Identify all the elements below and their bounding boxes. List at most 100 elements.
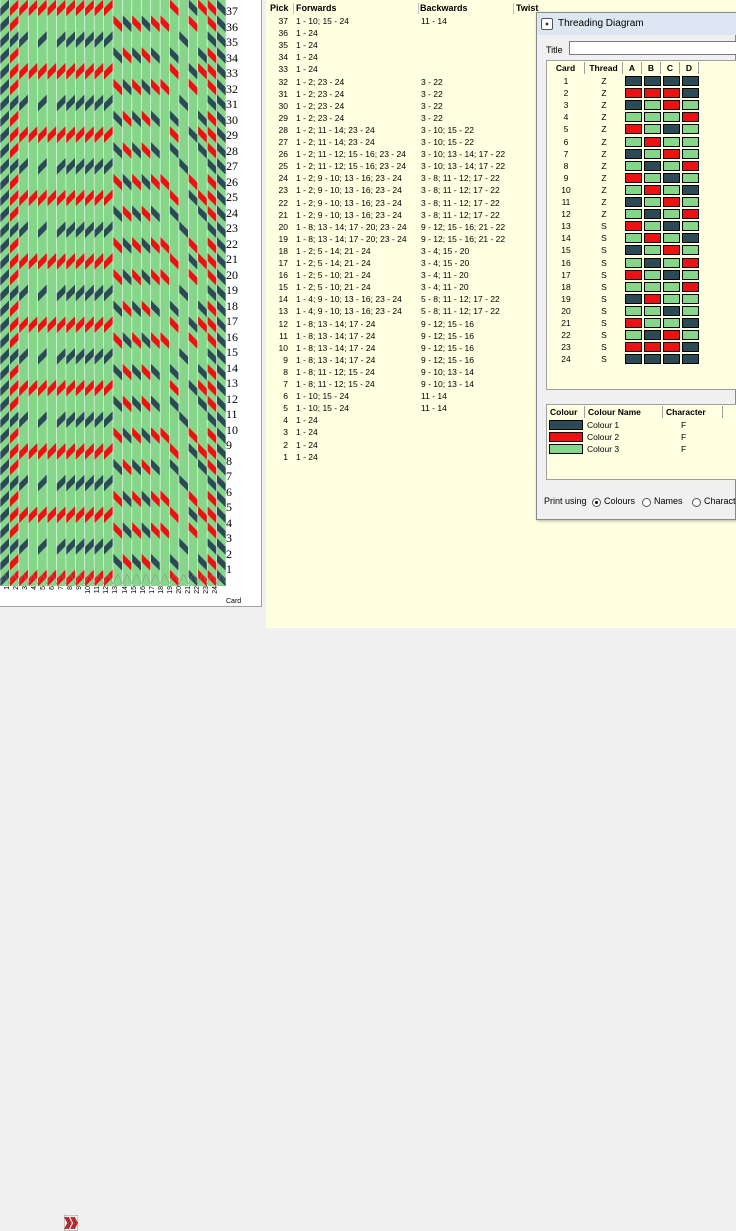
hole-cell[interactable] xyxy=(644,172,661,183)
header-card[interactable]: Card xyxy=(547,62,585,74)
card-row[interactable]: 4Z xyxy=(547,111,736,123)
thread-direction[interactable]: S xyxy=(599,232,609,244)
hole-cell[interactable] xyxy=(625,112,642,123)
hole-cell[interactable] xyxy=(644,330,661,341)
hole-cell[interactable] xyxy=(644,124,661,135)
hole-cell[interactable] xyxy=(663,233,680,244)
thread-direction[interactable]: S xyxy=(599,353,609,365)
hole-cell[interactable] xyxy=(682,257,699,268)
radio-colours-label[interactable]: Colours xyxy=(604,496,635,506)
hole-cell[interactable] xyxy=(625,148,642,159)
hole-cell[interactable] xyxy=(625,76,642,86)
thread-direction[interactable]: S xyxy=(599,281,609,293)
radio-names[interactable] xyxy=(642,498,651,507)
card-row[interactable]: 24 S xyxy=(547,353,736,365)
hole-cell[interactable] xyxy=(644,281,661,292)
hole-cell[interactable] xyxy=(625,136,642,147)
hole-cell[interactable] xyxy=(663,184,680,195)
hole-cell[interactable] xyxy=(644,233,661,244)
header-forwards[interactable]: Forwards xyxy=(296,3,337,13)
card-row[interactable]: 17 S xyxy=(547,269,736,281)
header-divider[interactable] xyxy=(293,3,294,14)
card-row[interactable]: 12 Z xyxy=(547,208,736,220)
thread-direction[interactable]: S xyxy=(599,257,609,269)
hole-cell[interactable] xyxy=(682,148,699,159)
radio-names-label[interactable]: Names xyxy=(654,496,683,506)
hole-cell[interactable] xyxy=(625,124,642,135)
hole-cell[interactable] xyxy=(625,257,642,268)
hole-cell[interactable] xyxy=(625,209,642,220)
hole-cell[interactable] xyxy=(625,88,642,99)
card-row[interactable]: 9Z xyxy=(547,172,736,184)
hole-cell[interactable] xyxy=(663,293,680,304)
thread-direction[interactable]: Z xyxy=(599,172,609,184)
hole-cell[interactable] xyxy=(644,184,661,195)
card-row[interactable]: 3Z xyxy=(547,99,736,111)
hole-cell[interactable] xyxy=(644,221,661,232)
hole-cell[interactable] xyxy=(663,160,680,171)
hole-cell[interactable] xyxy=(682,281,699,292)
header-hole-c[interactable]: C xyxy=(661,62,680,74)
hole-cell[interactable] xyxy=(625,330,642,341)
card-row[interactable]: 18 S xyxy=(547,281,736,293)
card-row[interactable]: 16 S xyxy=(547,257,736,269)
header-thread[interactable]: Thread xyxy=(585,62,623,74)
header-divider[interactable] xyxy=(418,3,419,14)
hole-cell[interactable] xyxy=(625,233,642,244)
thread-direction[interactable]: Z xyxy=(599,123,609,135)
hole-cell[interactable] xyxy=(625,269,642,280)
hole-cell[interactable] xyxy=(682,160,699,171)
hole-cell[interactable] xyxy=(682,197,699,207)
hole-cell[interactable] xyxy=(625,197,642,207)
hole-cell[interactable] xyxy=(625,221,642,232)
header-colour[interactable]: Colour xyxy=(547,406,585,418)
hole-cell[interactable] xyxy=(682,233,699,244)
card-row[interactable]: 19 S xyxy=(547,293,736,305)
hole-cell[interactable] xyxy=(682,330,699,341)
hole-cell[interactable] xyxy=(644,112,661,123)
hole-cell[interactable] xyxy=(644,257,661,268)
hole-cell[interactable] xyxy=(682,112,699,123)
radio-characters-label[interactable]: Characte xyxy=(704,496,736,506)
radio-characters[interactable] xyxy=(692,498,701,507)
hole-cell[interactable] xyxy=(625,293,642,304)
thread-direction[interactable]: Z xyxy=(599,196,609,208)
hole-cell[interactable] xyxy=(663,148,680,159)
hole-cell[interactable] xyxy=(625,160,642,171)
thread-direction[interactable]: Z xyxy=(599,160,609,172)
card-row[interactable]: 13 S xyxy=(547,220,736,232)
header-backwards[interactable]: Backwards xyxy=(420,3,468,13)
hole-cell[interactable] xyxy=(625,342,642,353)
colour-row[interactable]: Colour 2 F xyxy=(547,431,736,443)
hole-cell[interactable] xyxy=(663,76,680,86)
hole-cell[interactable] xyxy=(625,354,642,365)
hole-cell[interactable] xyxy=(663,136,680,147)
hole-cell[interactable] xyxy=(644,293,661,304)
hole-cell[interactable] xyxy=(625,281,642,292)
hole-cell[interactable] xyxy=(663,209,680,220)
card-row[interactable]: 23 S xyxy=(547,341,736,353)
hole-cell[interactable] xyxy=(625,318,642,328)
hole-cell[interactable] xyxy=(682,184,699,195)
thread-direction[interactable]: S xyxy=(599,220,609,232)
thread-direction[interactable]: S xyxy=(599,341,609,353)
hole-cell[interactable] xyxy=(663,269,680,280)
card-row[interactable]: 5Z xyxy=(547,123,736,135)
header-twist[interactable]: Twist xyxy=(516,3,538,13)
hole-cell[interactable] xyxy=(663,318,680,328)
card-row[interactable]: 6Z xyxy=(547,136,736,148)
thread-direction[interactable]: Z xyxy=(599,99,609,111)
hole-cell[interactable] xyxy=(644,209,661,220)
thread-direction[interactable]: Z xyxy=(599,148,609,160)
hole-cell[interactable] xyxy=(682,76,699,86)
thread-direction[interactable]: S xyxy=(599,317,609,329)
card-row[interactable]: 10 Z xyxy=(547,184,736,196)
hole-cell[interactable] xyxy=(682,136,699,147)
thread-direction[interactable]: Z xyxy=(599,208,609,220)
thread-direction[interactable]: Z xyxy=(599,75,609,87)
hole-cell[interactable] xyxy=(644,318,661,328)
pattern-thumbnail-icon[interactable] xyxy=(64,1215,78,1231)
hole-cell[interactable] xyxy=(682,124,699,135)
colour-swatch[interactable] xyxy=(549,420,583,430)
card-row[interactable]: 7Z xyxy=(547,148,736,160)
